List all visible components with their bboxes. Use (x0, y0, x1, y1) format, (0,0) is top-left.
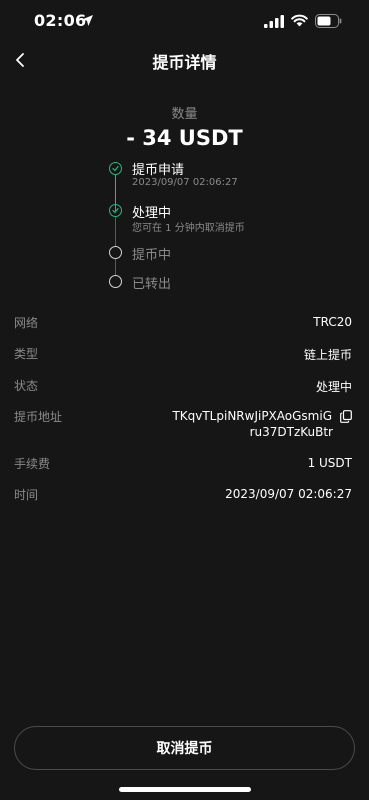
step-done-dot (109, 204, 122, 217)
status-label: 状态 (14, 379, 39, 393)
copy-icon[interactable] (340, 410, 352, 423)
home-indicator (119, 787, 251, 792)
status-value: 处理中 (315, 380, 352, 394)
check-icon (111, 207, 119, 213)
location-arrow-icon (82, 15, 93, 26)
network-label: 网络 (14, 316, 39, 330)
timeline-connector (115, 217, 116, 247)
step-title: 提币申请 (132, 163, 185, 178)
fee-label: 手续费 (14, 457, 51, 471)
nav-bar: 提币详情 (0, 40, 369, 80)
signal-icon (264, 15, 284, 28)
address-line-2: ru37DTzKuBtr (249, 425, 333, 439)
amount-value: - 34 USDT (126, 126, 243, 150)
time-label: 时间 (14, 488, 39, 502)
step-subtitle: 2023/09/07 02:06:27 (132, 177, 238, 188)
status-bar: 02:06 (0, 0, 369, 44)
battery-icon (315, 14, 342, 28)
type-label: 类型 (14, 347, 39, 361)
time-value: 2023/09/07 02:06:27 (225, 487, 352, 501)
address-line-1: TKqvTLpiNRwJiPXAoGsmiG (172, 409, 332, 423)
withdraw-address: TKqvTLpiNRwJiPXAoGsmiG ru37DTzKuBtr (162, 408, 352, 440)
wifi-icon (291, 14, 308, 27)
status-time: 02:06 (34, 11, 87, 30)
address-label: 提币地址 (14, 410, 63, 424)
step-pending-dot (109, 275, 122, 288)
timeline-connector (115, 259, 116, 276)
cancel-withdrawal-button[interactable]: 取消提币 (14, 726, 355, 770)
withdrawal-detail-screen: 02:06 提币详情 数量 - 34 USDT 提币申请 2023/09/07 … (0, 0, 369, 800)
fee-value: 1 USDT (307, 456, 352, 470)
step-title: 已转出 (132, 277, 172, 292)
amount-label: 数量 (171, 107, 198, 122)
step-done-dot (109, 162, 122, 175)
page-title: 提币详情 (152, 53, 217, 72)
step-title: 提币中 (132, 248, 172, 263)
check-icon (111, 165, 119, 171)
type-value: 链上提币 (303, 348, 352, 362)
progress-timeline: 提币申请 2023/09/07 02:06:27 处理中 您可在 1 分钟内取消… (0, 158, 369, 298)
step-pending-dot (109, 246, 122, 259)
step-subtitle: 您可在 1 分钟内取消提币 (132, 223, 245, 234)
network-value: TRC20 (313, 315, 352, 329)
